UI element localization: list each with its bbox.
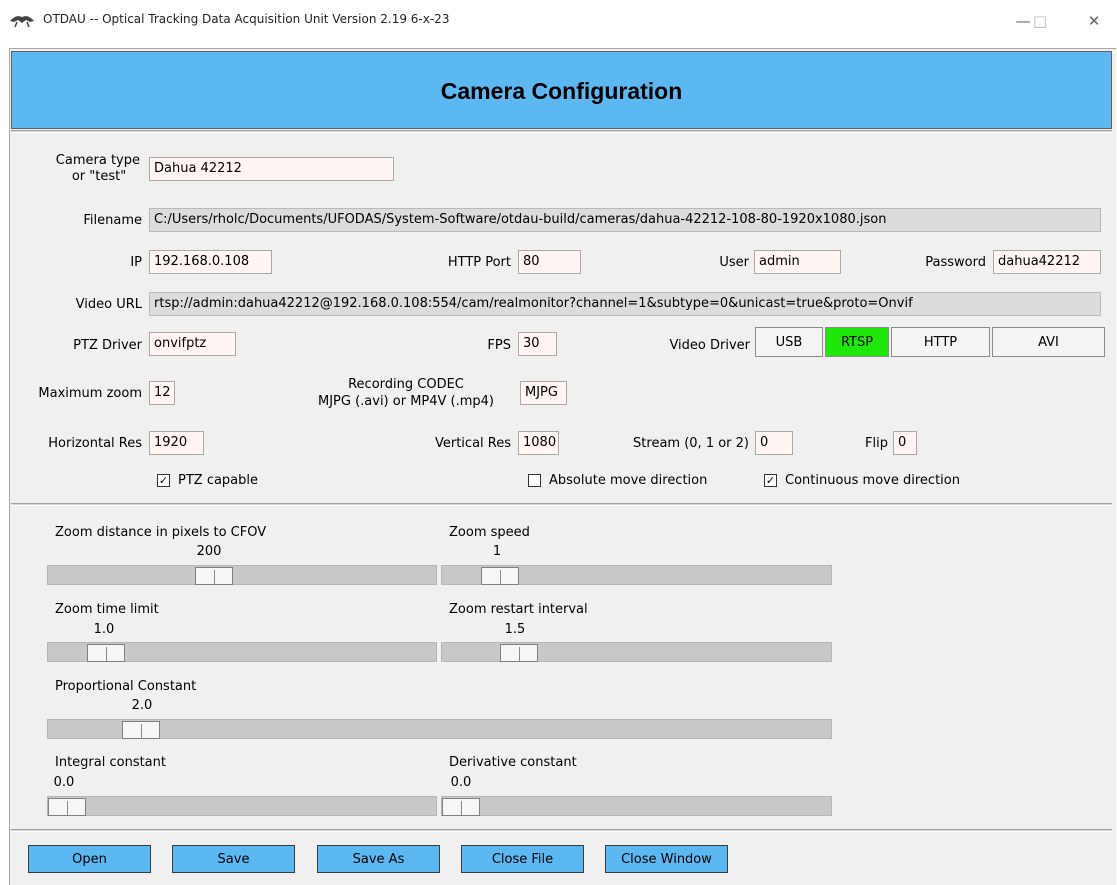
http-port-input[interactable]: 80 xyxy=(518,250,581,274)
app-icon xyxy=(10,16,34,28)
slider-label: Zoom time limit xyxy=(55,602,159,617)
video-driver-usb-button[interactable]: USB xyxy=(755,327,823,357)
max-zoom-input[interactable]: 12 xyxy=(149,381,175,405)
slider-value: 200 xyxy=(196,544,222,559)
vertical-res-label: Vertical Res xyxy=(434,436,511,451)
camera-type-label: Camera type or "test" xyxy=(55,153,140,184)
zoom-restart-interval-slider[interactable] xyxy=(441,642,832,662)
slider-thumb[interactable] xyxy=(48,798,86,816)
open-button[interactable]: Open xyxy=(28,845,151,873)
http-port-label: HTTP Port xyxy=(447,255,511,270)
fps-input[interactable]: 30 xyxy=(518,332,557,356)
stream-input[interactable]: 0 xyxy=(755,431,793,455)
slider-thumb[interactable] xyxy=(87,644,125,662)
flip-input[interactable]: 0 xyxy=(893,431,917,455)
ptz-driver-label: PTZ Driver xyxy=(73,338,142,353)
checkbox-unchecked-icon xyxy=(528,474,541,487)
filename-label: Filename xyxy=(83,213,142,228)
slider-thumb[interactable] xyxy=(481,567,519,585)
slider-label: Proportional Constant xyxy=(55,679,197,694)
zoom-time-limit-slider[interactable] xyxy=(47,642,437,662)
slider-value: 0.0 xyxy=(450,775,472,790)
slider-label: Zoom speed xyxy=(449,525,530,540)
horizontal-res-label: Horizontal Res xyxy=(48,436,142,451)
ptz-capable-checkbox[interactable]: ✓ PTZ capable xyxy=(157,473,258,488)
header-band: Camera Configuration xyxy=(11,51,1112,129)
codec-input[interactable]: MJPG xyxy=(520,381,567,405)
window-title: OTDAU -- Optical Tracking Data Acquisiti… xyxy=(43,12,450,26)
checkbox-checked-icon: ✓ xyxy=(764,474,777,487)
integral-constant-slider[interactable] xyxy=(47,796,437,816)
derivative-constant-slider[interactable] xyxy=(441,796,832,816)
video-url-field[interactable]: rtsp://admin:dahua42212@192.168.0.108:55… xyxy=(149,292,1101,316)
window-titlebar[interactable]: OTDAU -- Optical Tracking Data Acquisiti… xyxy=(0,0,1117,41)
slider-thumb[interactable] xyxy=(500,644,538,662)
video-driver-http-button[interactable]: HTTP xyxy=(891,327,990,357)
video-driver-label: Video Driver xyxy=(669,338,750,353)
close-window-x-button[interactable]: ✕ xyxy=(1071,0,1117,41)
proportional-constant-slider[interactable] xyxy=(47,719,832,739)
video-driver-avi-button[interactable]: AVI xyxy=(992,327,1105,357)
ip-label: IP xyxy=(130,255,142,270)
ip-input[interactable]: 192.168.0.108 xyxy=(149,250,272,274)
password-input[interactable]: dahua42212 xyxy=(993,250,1101,274)
video-driver-rtsp-button[interactable]: RTSP xyxy=(825,327,889,357)
checkbox-checked-icon: ✓ xyxy=(157,474,170,487)
max-zoom-label: Maximum zoom xyxy=(38,386,142,401)
slider-value: 1.5 xyxy=(504,622,526,637)
slider-value: 2.0 xyxy=(131,698,153,713)
absolute-move-checkbox[interactable]: Absolute move direction xyxy=(528,473,707,488)
codec-label: Recording CODEC MJPG (.avi) or MP4V (.mp… xyxy=(317,377,495,409)
page-title: Camera Configuration xyxy=(440,78,683,104)
slider-value: 1 xyxy=(492,544,502,559)
slider-label: Zoom distance in pixels to CFOV xyxy=(55,525,267,540)
flip-label: Flip xyxy=(865,436,888,451)
slider-label: Zoom restart interval xyxy=(449,602,588,617)
stream-label: Stream (0, 1 or 2) xyxy=(633,436,749,451)
slider-label: Integral constant xyxy=(55,755,166,770)
horizontal-res-input[interactable]: 1920 xyxy=(149,431,204,455)
slider-thumb[interactable] xyxy=(122,721,160,739)
slider-value: 1.0 xyxy=(93,622,115,637)
zoom-speed-slider[interactable] xyxy=(441,565,832,585)
maximize-button[interactable]: □ xyxy=(1017,0,1063,41)
slider-value: 0.0 xyxy=(53,775,75,790)
divider xyxy=(11,503,1112,506)
save-button[interactable]: Save xyxy=(172,845,295,873)
user-input[interactable]: admin xyxy=(754,250,841,274)
user-label: User xyxy=(719,255,749,270)
filename-field: C:/Users/rholc/Documents/UFODAS/System-S… xyxy=(149,208,1101,232)
zoom-distance-slider[interactable] xyxy=(47,565,437,585)
save-as-button[interactable]: Save As xyxy=(317,845,440,873)
video-url-label: Video URL xyxy=(75,297,142,312)
password-label: Password xyxy=(925,255,986,270)
close-window-button[interactable]: Close Window xyxy=(605,845,728,873)
ptz-driver-input[interactable]: onvifptz xyxy=(149,332,236,356)
fps-label: FPS xyxy=(487,338,511,353)
camera-type-input[interactable]: Dahua 42212 xyxy=(149,157,394,181)
slider-thumb[interactable] xyxy=(195,567,233,585)
continuous-move-checkbox[interactable]: ✓ Continuous move direction xyxy=(764,473,960,488)
divider xyxy=(11,130,1112,133)
slider-thumb[interactable] xyxy=(442,798,480,816)
slider-label: Derivative constant xyxy=(449,755,577,770)
close-file-button[interactable]: Close File xyxy=(461,845,584,873)
divider xyxy=(11,829,1112,832)
vertical-res-input[interactable]: 1080 xyxy=(518,431,559,455)
